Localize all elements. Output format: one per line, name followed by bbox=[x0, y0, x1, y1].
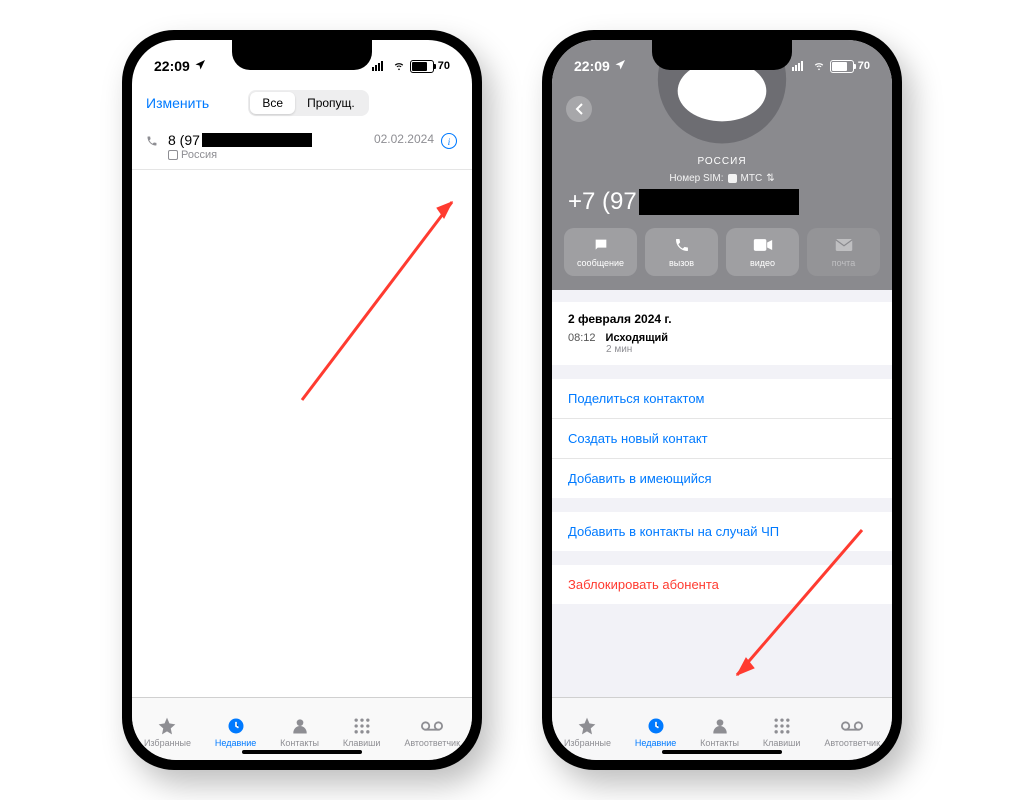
tab-recents[interactable]: Недавние bbox=[635, 715, 676, 748]
log-duration: 2 мин bbox=[606, 344, 876, 355]
options-list: Поделиться контактом Создать новый конта… bbox=[552, 379, 892, 498]
tab-voicemail[interactable]: Автоответчик bbox=[824, 715, 880, 748]
chevron-updown-icon: ⇅ bbox=[766, 173, 774, 184]
empty-area bbox=[132, 170, 472, 697]
outgoing-call-icon bbox=[146, 134, 160, 150]
battery-icon bbox=[830, 60, 854, 73]
contact-actions: сообщение вызов видео почта bbox=[552, 228, 892, 290]
tab-contacts[interactable]: Контакты bbox=[280, 715, 319, 748]
sim-icon bbox=[728, 174, 737, 183]
phone-icon bbox=[674, 236, 690, 254]
keypad-icon bbox=[351, 715, 373, 737]
voicemail-icon bbox=[421, 715, 443, 737]
battery-icon bbox=[410, 60, 434, 73]
action-mail: почта bbox=[807, 228, 880, 276]
star-icon bbox=[156, 715, 178, 737]
screen-recents: 22:09 70 Изменить Все Пропущ. bbox=[132, 40, 472, 760]
video-icon bbox=[753, 236, 773, 254]
recent-call-row[interactable]: 8 (97 Россия 02.02.2024 i bbox=[132, 124, 472, 170]
voicemail-icon bbox=[841, 715, 863, 737]
option-block-caller[interactable]: Заблокировать абонента bbox=[552, 565, 892, 604]
seg-all[interactable]: Все bbox=[250, 92, 295, 114]
notch bbox=[652, 40, 792, 70]
redacted-icon bbox=[639, 189, 799, 215]
segmented-control[interactable]: Все Пропущ. bbox=[248, 90, 368, 116]
contact-country: РОССИЯ bbox=[552, 156, 892, 167]
call-number: 8 (97 bbox=[168, 132, 374, 148]
home-indicator[interactable] bbox=[662, 750, 782, 754]
log-time: 08:12 bbox=[568, 332, 596, 344]
option-share-contact[interactable]: Поделиться контактом bbox=[552, 379, 892, 419]
tab-contacts[interactable]: Контакты bbox=[700, 715, 739, 748]
sim-line[interactable]: Номер SIM: МТС ⇅ bbox=[552, 173, 892, 184]
option-create-contact[interactable]: Создать новый контакт bbox=[552, 419, 892, 459]
screen-contact-card: 22:09 70 РОССИЯ Номер SIM: bbox=[552, 40, 892, 760]
info-button[interactable]: i bbox=[440, 132, 458, 153]
log-direction: Исходящий bbox=[606, 332, 669, 344]
log-date: 2 февраля 2024 г. bbox=[568, 312, 876, 326]
contact-phone: +7 (97 bbox=[552, 184, 892, 228]
location-icon bbox=[194, 58, 206, 74]
battery-text: 70 bbox=[858, 60, 870, 72]
status-time: 22:09 bbox=[574, 58, 610, 74]
back-button[interactable] bbox=[566, 96, 592, 122]
tab-keypad[interactable]: Клавиши bbox=[343, 715, 381, 748]
option-emergency-contact[interactable]: Добавить в контакты на случай ЧП bbox=[552, 512, 892, 551]
call-subtext: Россия bbox=[168, 149, 374, 161]
location-icon bbox=[614, 58, 626, 74]
svg-text:i: i bbox=[448, 137, 451, 148]
keypad-icon bbox=[771, 715, 793, 737]
seg-missed[interactable]: Пропущ. bbox=[295, 92, 367, 114]
tab-favorites[interactable]: Избранные bbox=[564, 715, 611, 748]
action-message[interactable]: сообщение bbox=[564, 228, 637, 276]
phone-frame-left: 22:09 70 Изменить Все Пропущ. bbox=[122, 30, 482, 770]
message-icon bbox=[592, 236, 610, 254]
battery-text: 70 bbox=[438, 60, 450, 72]
call-date: 02.02.2024 bbox=[374, 132, 434, 146]
notch bbox=[232, 40, 372, 70]
wifi-icon bbox=[812, 61, 826, 71]
sim-icon bbox=[168, 150, 178, 160]
redacted-icon bbox=[202, 133, 312, 147]
signal-icon bbox=[372, 61, 388, 71]
nav-header: Изменить Все Пропущ. bbox=[132, 88, 472, 124]
option-add-existing[interactable]: Добавить в имеющийся bbox=[552, 459, 892, 498]
edit-button[interactable]: Изменить bbox=[146, 95, 209, 111]
tab-favorites[interactable]: Избранные bbox=[144, 715, 191, 748]
wifi-icon bbox=[392, 61, 406, 71]
status-time: 22:09 bbox=[154, 58, 190, 74]
person-icon bbox=[289, 715, 311, 737]
call-log-card: 2 февраля 2024 г. 08:12 Исходящий 2 мин bbox=[552, 302, 892, 365]
mail-icon bbox=[835, 236, 853, 254]
clock-icon bbox=[645, 715, 667, 737]
tab-keypad[interactable]: Клавиши bbox=[763, 715, 801, 748]
person-icon bbox=[709, 715, 731, 737]
home-indicator[interactable] bbox=[242, 750, 362, 754]
action-video[interactable]: видео bbox=[726, 228, 799, 276]
phone-frame-right: 22:09 70 РОССИЯ Номер SIM: bbox=[542, 30, 902, 770]
tab-voicemail[interactable]: Автоответчик bbox=[404, 715, 460, 748]
action-call[interactable]: вызов bbox=[645, 228, 718, 276]
tab-recents[interactable]: Недавние bbox=[215, 715, 256, 748]
clock-icon bbox=[225, 715, 247, 737]
star-icon bbox=[576, 715, 598, 737]
signal-icon bbox=[792, 61, 808, 71]
contact-body[interactable]: 2 февраля 2024 г. 08:12 Исходящий 2 мин … bbox=[552, 290, 892, 697]
